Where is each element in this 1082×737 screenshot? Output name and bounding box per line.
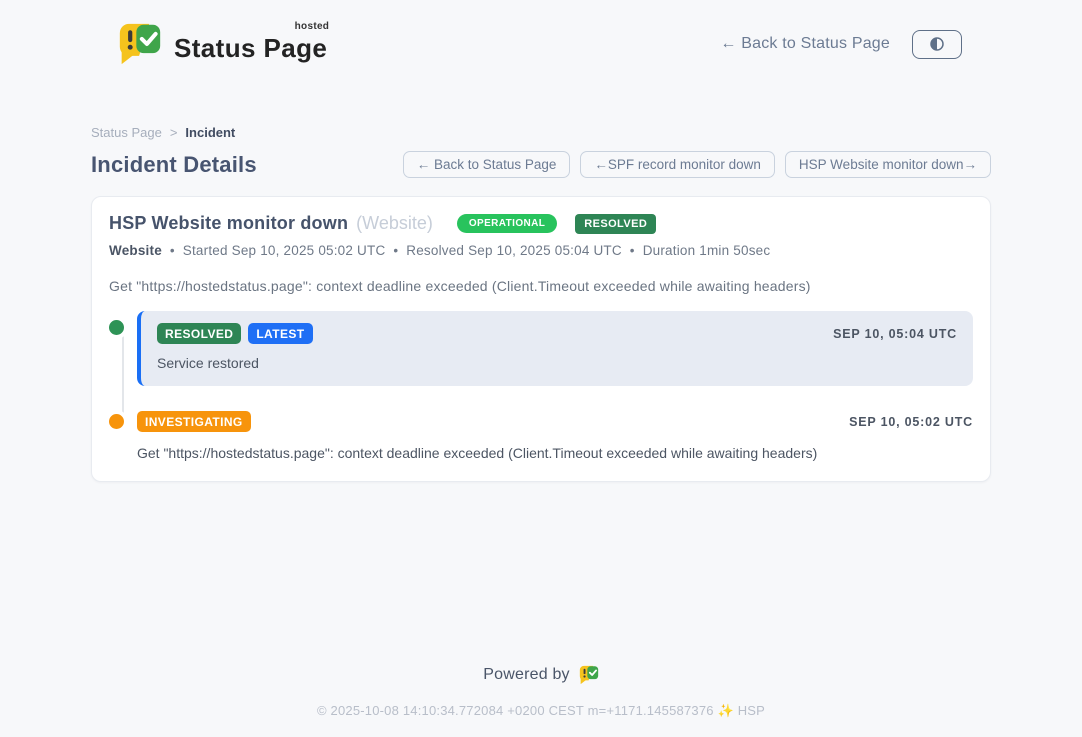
update-message: Get "https://hostedstatus.page": context… [137,445,973,461]
meta-separator: • [393,243,398,258]
page-title: Incident Details [91,152,257,178]
breadcrumb: Status Page > Incident [91,125,991,140]
brand-bubble-icon [118,20,162,68]
breadcrumb-status-page[interactable]: Status Page [91,125,162,140]
meta-duration: Duration 1min 50sec [643,243,771,258]
incident-card: HSP Website monitor down (Website) OPERA… [91,196,991,482]
incident-scope: (Website) [356,213,433,234]
incident-timeline: RESOLVED LATEST SEP 10, 05:04 UTC Servic… [109,311,973,461]
update-timestamp: SEP 10, 05:04 UTC [833,327,957,341]
incident-meta: Website • Started Sep 10, 2025 05:02 UTC… [109,243,973,258]
incident-title-row: HSP Website monitor down (Website) OPERA… [109,213,973,234]
update-timestamp: SEP 10, 05:02 UTC [849,415,973,429]
back-to-status-page-button[interactable]: ← Back to Status Page [403,151,571,178]
incident-description: Get "https://hostedstatus.page": context… [109,278,973,294]
incident-title: HSP Website monitor down [109,213,348,234]
latest-badge: LATEST [248,323,312,344]
meta-separator: • [630,243,635,258]
breadcrumb-incident: Incident [185,125,235,140]
breadcrumb-separator: > [170,125,178,140]
header-back-link[interactable]: ← Back to Status Page [720,35,890,53]
brand-logo[interactable]: Status Page hosted [118,20,327,68]
meta-resolved: Resolved Sep 10, 2025 05:04 UTC [406,243,622,258]
copyright-text: © 2025-10-08 14:10:34.772084 +0200 CEST … [0,703,1082,719]
brand-name: Status Page [174,33,327,63]
update-status-badge: RESOLVED [157,323,241,344]
operational-badge: OPERATIONAL [457,214,557,233]
timeline-dot-investigating [109,414,124,429]
half-circle-icon [928,35,946,53]
investigating-update-body: INVESTIGATING SEP 10, 05:02 UTC Get "htt… [137,411,973,461]
powered-by: Powered by [483,664,599,686]
latest-update-box: RESOLVED LATEST SEP 10, 05:04 UTC Servic… [137,311,973,386]
footer: Powered by © 2025-10-08 14:10:34.772084 … [0,664,1082,719]
header-actions: ← Back to Status Page [720,30,962,59]
meta-started: Started Sep 10, 2025 05:02 UTC [183,243,386,258]
header: Status Page hosted ← Back to Status Page [0,0,1082,74]
powered-by-text: Powered by [483,666,570,684]
footer-brand-icon[interactable] [579,664,599,686]
meta-component: Website [109,243,162,258]
title-row: Incident Details ← Back to Status Page ←… [91,151,991,178]
timeline-entry-investigating: INVESTIGATING SEP 10, 05:02 UTC Get "htt… [109,411,973,461]
main-content: Status Page > Incident Incident Details … [91,125,991,482]
prev-incident-button[interactable]: ←SPF record monitor down [580,151,775,178]
timeline-dot-resolved [109,320,124,335]
next-incident-button[interactable]: HSP Website monitor down→ [785,151,991,178]
brand-superscript: hosted [295,21,330,32]
theme-toggle-button[interactable] [912,30,962,59]
update-status-badge: INVESTIGATING [137,411,251,432]
incident-nav-buttons: ← Back to Status Page ←SPF record monito… [403,151,991,178]
meta-separator: • [170,243,175,258]
resolved-status-badge: RESOLVED [575,214,656,234]
brand-wordmark: Status Page hosted [174,25,327,64]
timeline-entry-resolved: RESOLVED LATEST SEP 10, 05:04 UTC Servic… [109,311,973,386]
update-message: Service restored [157,355,957,371]
